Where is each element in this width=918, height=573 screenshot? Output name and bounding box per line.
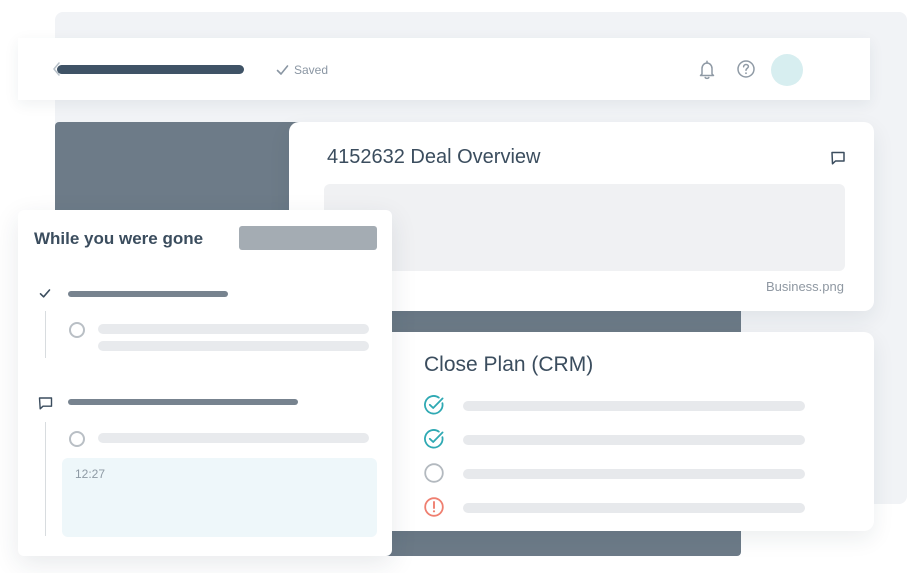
deal-title: 4152632 Deal Overview — [327, 146, 541, 168]
comment-icon[interactable] — [830, 150, 846, 166]
activity-heading-placeholder — [68, 291, 228, 297]
comment-bubble[interactable]: 12:27 — [62, 458, 377, 537]
close-plan-title: Close Plan (CRM) — [424, 353, 594, 376]
task-text-placeholder — [463, 435, 805, 445]
activity-feed-title: While you were gone — [34, 229, 204, 248]
attachment-filename[interactable]: Business.png — [766, 279, 844, 294]
top-bar: Saved — [18, 38, 870, 100]
task-radio[interactable] — [69, 431, 85, 447]
activity-feed-panel: While you were gone 12:27 — [18, 210, 392, 556]
activity-text-placeholder — [98, 433, 369, 443]
activity-text-placeholder — [98, 324, 369, 334]
task-text-placeholder — [463, 469, 805, 479]
attachment-preview[interactable] — [324, 184, 845, 271]
bell-icon[interactable] — [697, 59, 717, 81]
save-status-label: Saved — [294, 63, 329, 77]
task-text-placeholder — [463, 503, 805, 513]
thread-line — [45, 422, 46, 536]
plan-task-row[interactable] — [423, 394, 813, 418]
user-avatar[interactable] — [771, 54, 803, 86]
app-canvas: Saved 4152632 Deal Overview Business.png… — [0, 0, 918, 573]
comment-timestamp: 12:27 — [75, 467, 106, 481]
empty-circle-icon[interactable] — [423, 462, 445, 484]
checkmark-icon — [276, 65, 289, 75]
plan-task-row[interactable] — [423, 462, 813, 486]
activity-text-placeholder — [98, 341, 369, 351]
check-circle-icon[interactable] — [423, 428, 445, 450]
plan-task-row[interactable] — [423, 496, 813, 520]
document-title-placeholder — [57, 65, 244, 74]
activity-action-button[interactable] — [239, 226, 377, 250]
checkmark-icon — [39, 289, 51, 298]
check-circle-icon[interactable] — [423, 394, 445, 416]
thread-line — [45, 311, 46, 358]
close-plan-card: Close Plan (CRM) — [360, 332, 874, 531]
plan-task-row[interactable] — [423, 428, 813, 452]
activity-heading-placeholder — [68, 399, 298, 405]
task-radio[interactable] — [69, 322, 85, 338]
help-icon[interactable] — [736, 59, 756, 79]
alert-circle-icon[interactable] — [423, 496, 445, 518]
task-text-placeholder — [463, 401, 805, 411]
save-status: Saved — [276, 62, 328, 78]
comment-icon — [38, 397, 53, 410]
